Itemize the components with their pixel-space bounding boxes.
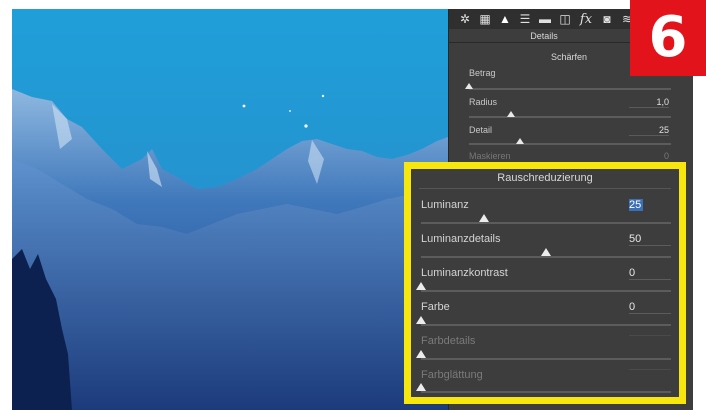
luminance-detail-label: Luminanzdetails — [421, 233, 501, 245]
sharpen-detail-thumb[interactable] — [515, 138, 524, 144]
noise-reduction-highlight: Rauschreduzierung Luminanz 25 Luminanzde… — [404, 162, 686, 404]
luminance-detail-value[interactable]: 50 — [629, 233, 671, 246]
sharpen-amount-label: Betrag — [469, 68, 496, 78]
luminance-contrast-label: Luminanzkontrast — [421, 267, 508, 279]
sharpen-masking-value[interactable]: 0 — [629, 151, 669, 161]
aperture-icon[interactable]: ✲ — [457, 11, 473, 27]
luminance-contrast-thumb[interactable] — [416, 282, 426, 290]
sharpen-radius-label: Radius — [469, 97, 498, 107]
split-icon[interactable]: ▬ — [537, 11, 553, 27]
hsl-icon[interactable]: ☰ — [517, 11, 533, 27]
camera-icon[interactable]: ◙ — [599, 11, 615, 27]
color-detail-thumb — [416, 350, 426, 358]
noise-section-title: Rauschreduzierung — [497, 172, 593, 184]
sharpen-radius-value[interactable]: 1,0 — [629, 97, 669, 108]
luminance-label: Luminanz — [421, 199, 469, 211]
luminance-thumb[interactable] — [478, 214, 489, 222]
color-detail-label: Farbdetails — [421, 335, 476, 347]
color-smoothness-slider — [421, 391, 671, 393]
sharpen-detail-slider[interactable] — [469, 143, 671, 145]
noise-divider — [419, 188, 671, 189]
sharpen-detail-label: Detail — [469, 125, 493, 135]
sharpen-amount-thumb[interactable] — [465, 83, 473, 89]
luminance-detail-thumb[interactable] — [541, 248, 551, 256]
color-detail-slider — [421, 358, 671, 360]
grid-icon[interactable]: ▦ — [477, 11, 493, 27]
sharpen-radius-thumb[interactable] — [507, 111, 516, 117]
sharpen-masking-label: Maskieren — [469, 151, 511, 161]
color-smoothness-thumb — [416, 383, 426, 391]
fx-icon[interactable]: fx — [577, 11, 595, 27]
color-value[interactable]: 0 — [629, 301, 671, 314]
color-thumb[interactable] — [416, 316, 426, 324]
luminance-value[interactable]: 25 — [629, 199, 643, 211]
sharpen-radius-slider[interactable] — [469, 116, 671, 118]
color-slider[interactable] — [421, 324, 671, 326]
color-detail-value — [629, 335, 671, 336]
panel-title: Details — [530, 31, 558, 41]
sharpen-detail-value[interactable]: 25 — [629, 125, 669, 136]
lens-icon[interactable]: ◫ — [557, 11, 573, 27]
luminance-contrast-value[interactable]: 0 — [629, 267, 671, 280]
mountain-landscape-image — [12, 9, 448, 410]
color-label: Farbe — [421, 301, 450, 313]
mountain-icon[interactable]: ▲ — [497, 11, 513, 27]
sharpen-amount-slider[interactable] — [469, 88, 671, 90]
luminance-slider[interactable] — [421, 222, 671, 224]
luminance-detail-slider[interactable] — [421, 256, 671, 258]
color-smoothness-value — [629, 369, 671, 370]
photo-preview — [12, 9, 448, 410]
color-smoothness-label: Farbglättung — [421, 369, 483, 381]
step-number-badge: 6 — [630, 0, 706, 76]
luminance-contrast-slider[interactable] — [421, 290, 671, 292]
